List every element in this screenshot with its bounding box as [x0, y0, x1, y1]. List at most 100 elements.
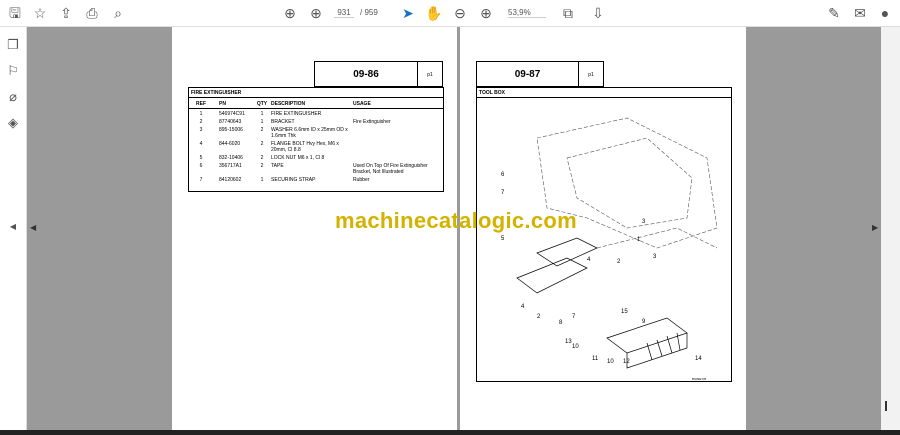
table-row: 6 356717A1 2 TAPE Used On Top Of Fire Exting… [189, 163, 443, 175]
usage-cell [353, 127, 443, 139]
scroll-left-icon[interactable]: ◀ [30, 223, 36, 232]
usage-cell: Used On Top Of Fire Extinguisher Bracket… [353, 163, 428, 175]
layers-icon[interactable]: ◈ [5, 115, 21, 131]
pages-icon[interactable]: ❐ [5, 37, 21, 53]
qty-cell: 1 [260, 119, 264, 125]
header-ref: REF [196, 101, 206, 107]
section-box: TOOL BOX [476, 87, 732, 97]
callout-label: 2 [617, 259, 621, 265]
page-fit-icon[interactable]: ⧉ [558, 4, 578, 22]
scrollbar-thumb[interactable] [885, 401, 887, 411]
callout-label: 4 [521, 304, 525, 310]
upload-icon[interactable]: ⇪ [56, 4, 76, 22]
pn-cell: 844-6020 [219, 141, 241, 147]
header-description: DESCRIPTION [271, 101, 306, 107]
hand-tool-icon[interactable]: ✋ [424, 4, 444, 22]
usage-cell: Fire Extinguisher [353, 119, 391, 125]
parts-table: FIRE EXTINGUISHER REF PN QTY DESCRIPTION… [188, 87, 444, 192]
table-row: 2 87740643 1 BRACKET Fire Extinguisher [189, 119, 443, 125]
callout-label: 10 [607, 359, 614, 365]
toolbox-diagram: 675314 3242 78159131011 10 12 14 BS09E735 [501, 117, 718, 381]
table-row: 7 84120602 1 SECURING STRAP Rubber [189, 177, 443, 183]
description-cell: SECURING STRAP [271, 177, 316, 183]
description-cell: WASHER 6.6mm ID x 25mm OD x 1.6mm Thk [271, 127, 348, 139]
pn-cell: 546974C91 [219, 111, 245, 117]
expand-sidebar-icon[interactable]: ◀ [5, 222, 21, 238]
email-icon[interactable]: ✉ [850, 4, 870, 22]
select-cursor-icon[interactable]: ➤ [398, 4, 418, 22]
ref-cell: 4 [199, 141, 203, 147]
page-code: 09-87 [476, 61, 579, 87]
callout-label: 7 [501, 190, 505, 196]
print-icon[interactable]: ⎙ [82, 4, 102, 22]
callout-label: 14 [695, 356, 702, 362]
watermark: machinecatalogic.com [335, 208, 577, 233]
callout-label: 7 [572, 314, 576, 320]
callout-label: 15 [621, 309, 628, 315]
previous-page-icon[interactable]: ⊕ [280, 4, 300, 22]
table-row: 1 546974C91 1 FIRE EXTINGUISHER [189, 111, 443, 117]
pn-cell: 84120602 [219, 177, 242, 183]
bookmarks-icon[interactable]: ⚐ [5, 63, 21, 79]
save-icon[interactable]: 🖫 [5, 4, 25, 22]
table-row: 5 832-10406 2 LOCK NUT M6 x 1, Cl 8 [189, 155, 443, 161]
section-title: FIRE EXTINGUISHER [189, 88, 443, 98]
usage-cell [353, 141, 443, 153]
callout-label: 4 [587, 257, 591, 263]
usage-cell [353, 111, 443, 117]
header-qty: QTY [256, 101, 268, 107]
callout-label: 3 [642, 219, 646, 225]
callout-label: 2 [537, 314, 541, 320]
page-mark: p1 [417, 61, 443, 87]
figure-id: BS09E735 [692, 377, 707, 381]
figure-frame: 6 7 5 3 1 4 3 2 4 2 7 8 15 9 13 10 11 10 12 14 BS09E735 [476, 97, 732, 382]
pn-cell: 87740643 [219, 119, 242, 125]
callout-label: 10 [572, 344, 579, 350]
callout-label: 9 [642, 319, 646, 325]
zoom-select[interactable]: 53,9% [508, 8, 546, 18]
zoom-out-icon[interactable]: ⊖ [450, 4, 470, 22]
callout-label: 8 [559, 320, 563, 326]
page-total: / 959 [360, 8, 378, 17]
qty-cell: 2 [260, 127, 264, 133]
page-number-input[interactable]: 931 [334, 8, 354, 18]
callout-label: 6 [501, 172, 505, 178]
bookmark-star-icon[interactable]: ☆ [30, 4, 50, 22]
qty-cell: 2 [260, 155, 264, 161]
zoom-in-icon[interactable]: ⊕ [476, 4, 496, 22]
sign-icon[interactable]: ✎ [824, 4, 844, 22]
ref-cell: 7 [199, 177, 203, 183]
left-sidebar: ❐ ⚐ ⌀ ◈ ◀ [0, 27, 27, 430]
usage-cell: Rubber [353, 177, 370, 183]
attachment-icon[interactable]: ⌀ [5, 89, 21, 105]
table-row: 3 895-15006 2 WASHER 6.6mm ID x 25mm OD x 1… [189, 127, 443, 139]
toolbar: 🖫 ☆ ⇪ ⎙ ⌕ ⊕ ⊕ 931 / 959 ➤ ✋ ⊖ ⊕ 53,9% ⧉ … [0, 0, 900, 27]
callout-label: 1 [637, 237, 641, 243]
next-page-icon[interactable]: ⊕ [306, 4, 326, 22]
callout-label: 3 [653, 254, 657, 260]
pn-cell: 356717A1 [219, 163, 242, 169]
callout-label: 12 [623, 359, 630, 365]
account-icon[interactable]: ● [875, 4, 895, 22]
ref-cell: 2 [199, 119, 203, 125]
table-row: 4 844-6020 2 FLANGE BOLT Hvy Hex, M6 x 20mm… [189, 141, 443, 153]
ref-cell: 6 [199, 163, 203, 169]
search-icon[interactable]: ⌕ [108, 4, 128, 22]
scroll-right-icon[interactable]: ▶ [872, 223, 878, 232]
ref-cell: 5 [199, 155, 203, 161]
description-cell: TAPE [271, 163, 284, 169]
vertical-scrollbar[interactable] [881, 27, 900, 430]
page-code: 09-86 [314, 61, 418, 87]
pn-cell: 895-15006 [219, 127, 243, 133]
bottom-bar [0, 430, 900, 435]
ref-cell: 3 [199, 127, 203, 133]
qty-cell: 2 [260, 163, 264, 169]
scroll-mode-icon[interactable]: ⇩ [588, 4, 608, 22]
page-mark: p1 [578, 61, 604, 87]
pn-cell: 832-10406 [219, 155, 243, 161]
table-header: REF PN QTY DESCRIPTION USAGE [189, 98, 443, 109]
description-cell: FIRE EXTINGUISHER [271, 111, 322, 117]
callouts: 675314 3242 78159131011 10 12 14 [501, 172, 702, 365]
header-pn: PN [219, 101, 226, 107]
qty-cell: 2 [260, 141, 264, 147]
